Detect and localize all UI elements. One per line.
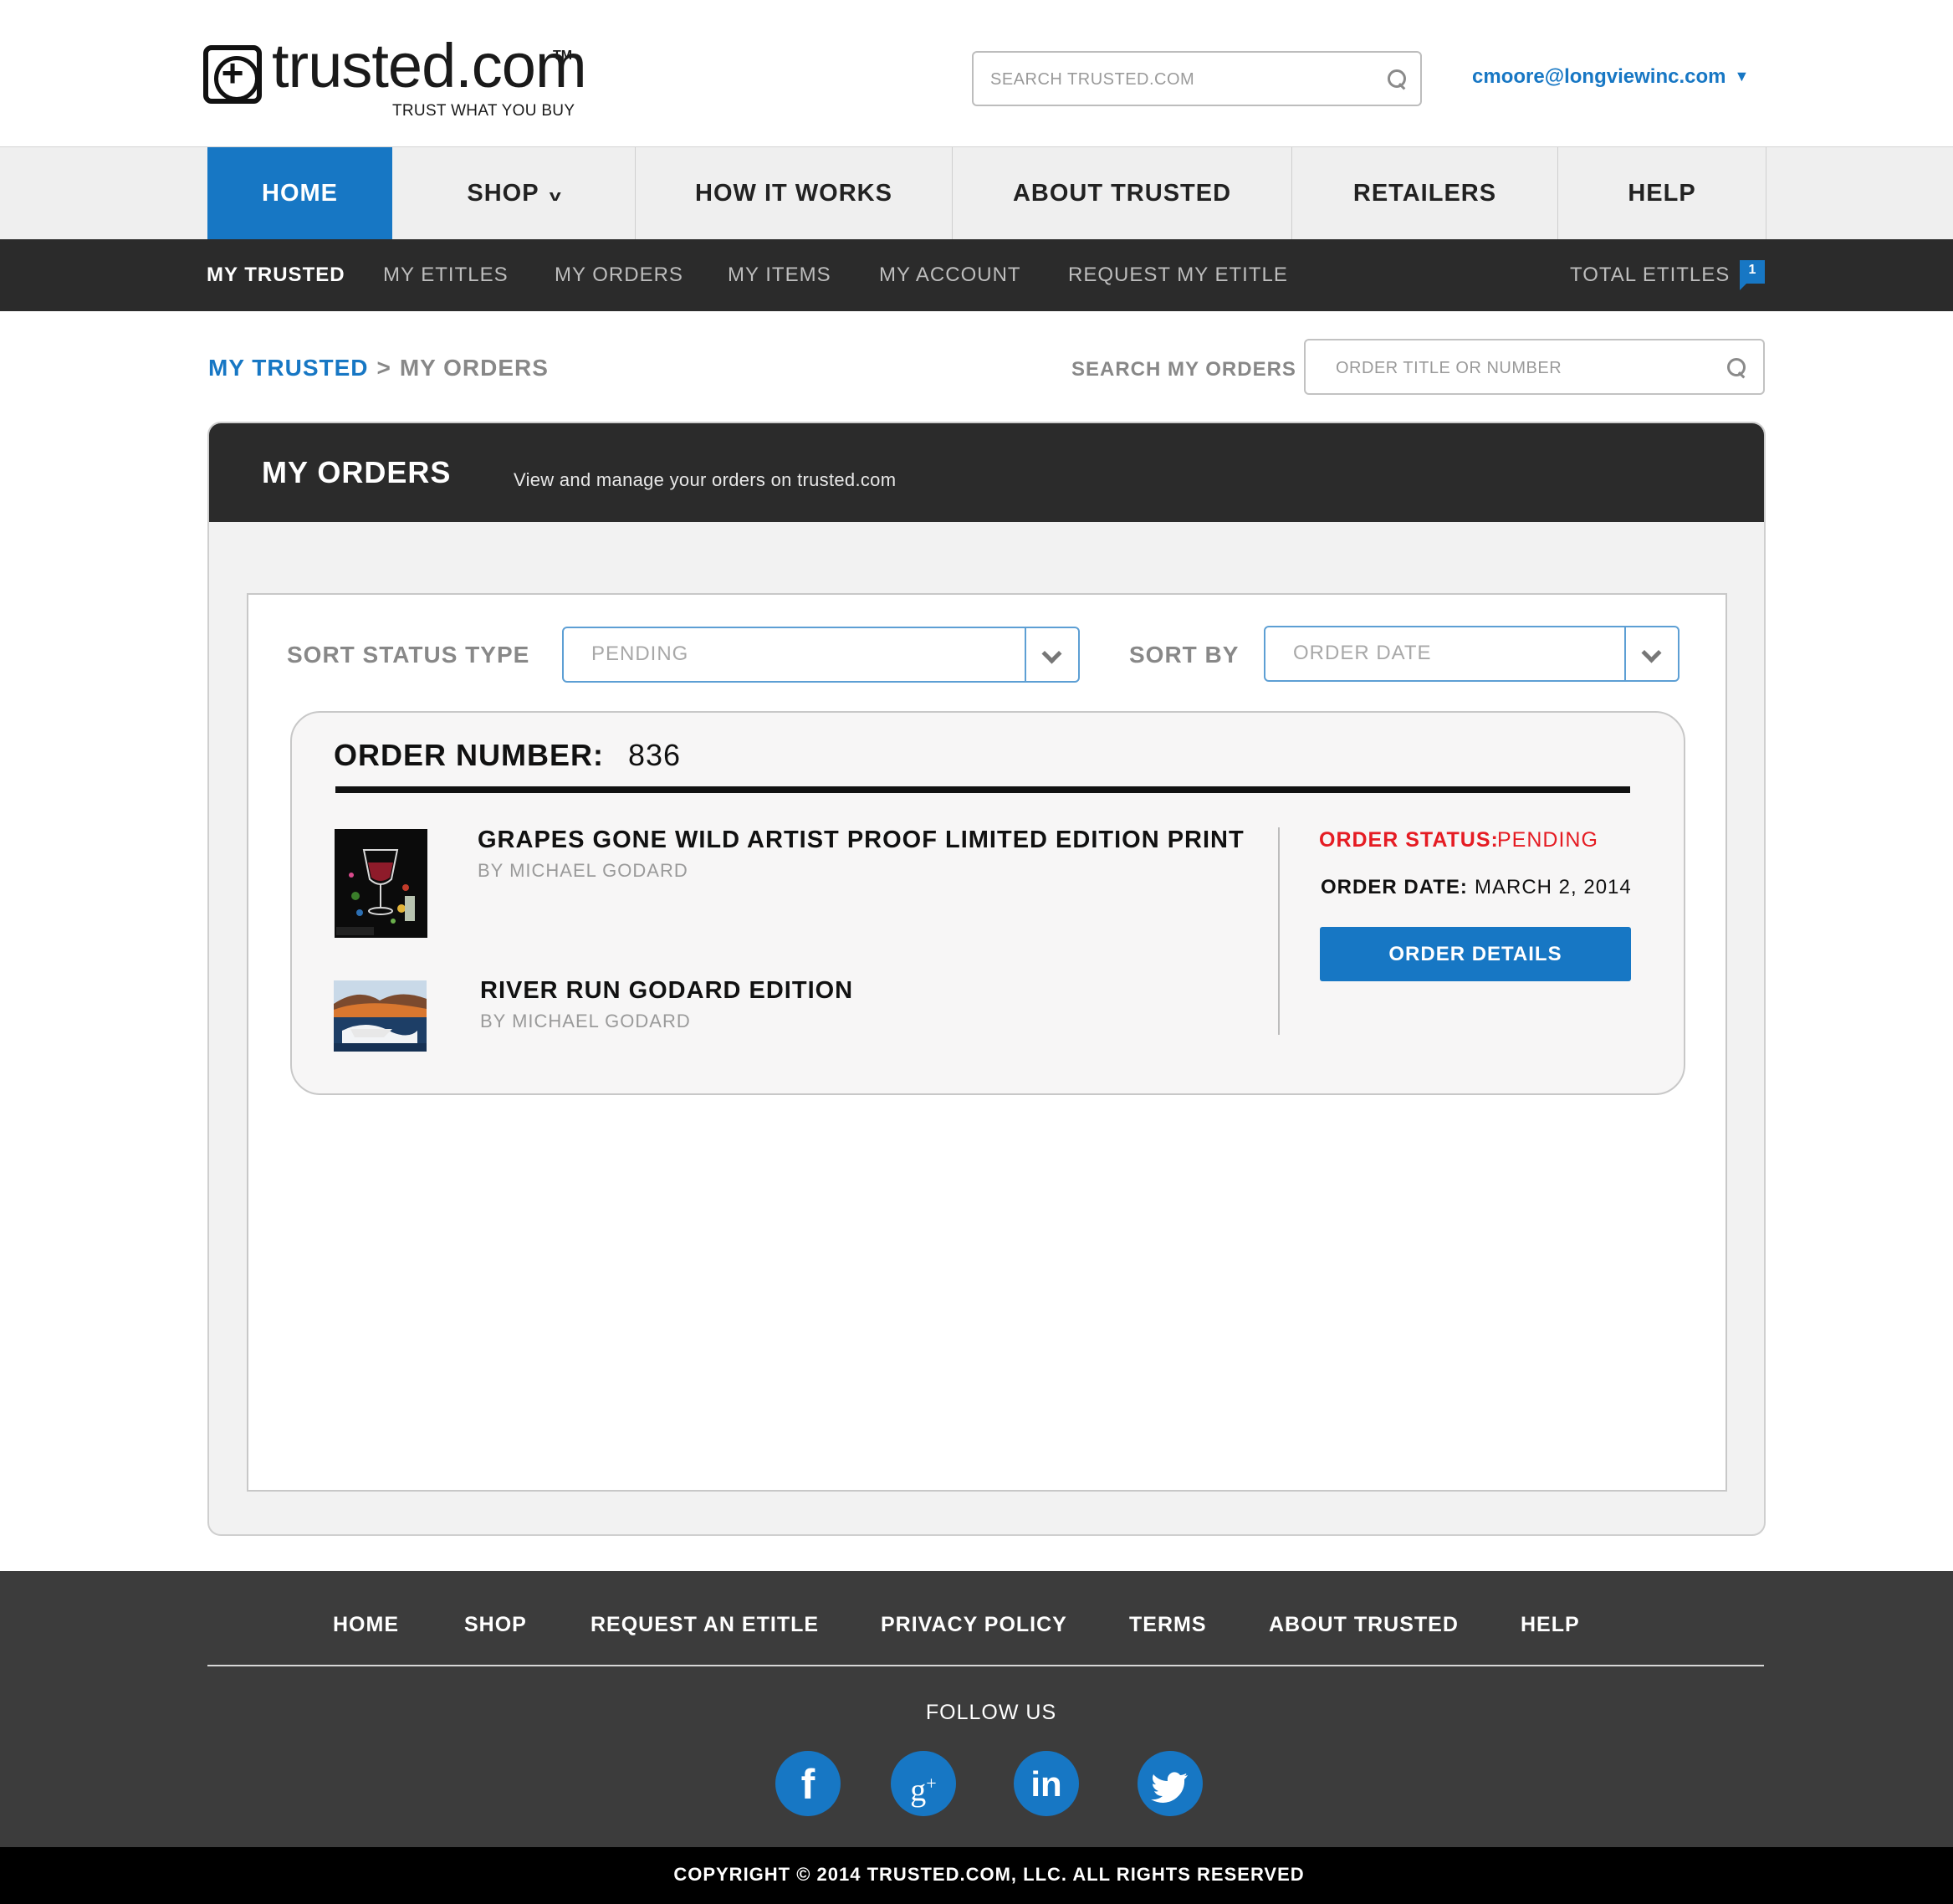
chevron-down-icon: v [549,187,562,204]
item-thumbnail-grapes-gone-wild[interactable] [335,829,427,938]
order-number: 836 [628,738,682,772]
breadcrumb-my-trusted[interactable]: MY TRUSTED [208,355,369,381]
search-icon[interactable] [1727,358,1747,378]
sort-by-label: SORT BY [1129,642,1240,668]
logo-trademark: TM [553,49,573,63]
logo-tagline: TRUST WHAT YOU BUY [392,102,575,120]
order-status-label: ORDER STATUS: [1319,828,1499,852]
footer-link-request-etitle[interactable]: REQUEST AN ETITLE [591,1613,819,1637]
chevron-down-icon: ▼ [1734,68,1750,84]
follow-us-heading: FOLLOW US [925,1701,1057,1724]
copyright-text: COPYRIGHT © 2014 TRUSTED.COM, LLC. ALL R… [673,1864,1305,1885]
order-number-label: ORDER NUMBER: [334,738,604,772]
subnav-total-etitles[interactable]: TOTAL ETITLES [1570,239,1730,311]
site-search-input[interactable] [989,64,1357,95]
facebook-icon[interactable]: f [775,1751,841,1816]
subnav-my-orders[interactable]: MY ORDERS [555,239,683,311]
nav-help[interactable]: HELP [1558,147,1766,240]
main-navigation: HOME SHOP v HOW IT WORKS ABOUT TRUSTED RE… [0,146,1953,240]
sort-by-select[interactable]: ORDER DATE [1264,626,1679,682]
linkedin-icon[interactable]: in [1014,1751,1079,1816]
nav-help-label: HELP [1628,180,1696,207]
panel-subtitle: View and manage your orders on trusted.c… [514,469,897,490]
order-card-vertical-divider [1278,827,1280,1035]
orders-search [1304,339,1765,395]
order-date-value: MARCH 2, 2014 [1475,876,1632,898]
order-card: ORDER NUMBER: 836 GRAPES GONE WILD ARTIS… [290,711,1685,1095]
nav-home-label: HOME [262,180,338,207]
user-email: cmoore@longviewinc.com [1472,65,1726,88]
order-status-value: PENDING [1497,828,1598,852]
item-title[interactable]: RIVER RUN GODARD EDITION [480,977,853,1005]
nav-how-it-works-label: HOW IT WORKS [695,180,892,207]
item-artist: BY MICHAEL GODARD [478,860,688,881]
nav-about-trusted[interactable]: ABOUT TRUSTED [953,147,1292,240]
subnav-my-account[interactable]: MY ACCOUNT [879,239,1021,311]
trusted-logo[interactable]: trusted.com TM TRUST WHAT YOU BUY [203,31,587,127]
footer-link-shop[interactable]: SHOP [464,1613,527,1637]
nav-shop[interactable]: SHOP v [392,147,636,240]
logo-wordmark: trusted.com [272,31,587,100]
order-details-button[interactable]: ORDER DETAILS [1320,927,1631,981]
account-sub-navigation: MY TRUSTED MY ETITLES MY ORDERS MY ITEMS… [0,239,1953,311]
twitter-icon[interactable] [1138,1751,1203,1816]
subnav-request-my-etitle[interactable]: REQUEST MY ETITLE [1068,239,1288,311]
status-type-select[interactable]: PENDING [562,627,1080,683]
order-date-label: ORDER DATE: [1321,876,1468,898]
etitles-count-badge: 1 [1740,260,1765,290]
my-orders-panel: MY ORDERS View and manage your orders on… [207,422,1766,1536]
status-type-value: PENDING [591,642,689,665]
nav-shop-label: SHOP [467,180,539,207]
subnav-my-trusted[interactable]: MY TRUSTED [207,239,345,311]
logo-plus-icon [203,45,262,104]
nav-how-it-works[interactable]: HOW IT WORKS [636,147,953,240]
panel-title: MY ORDERS [262,455,452,489]
search-orders-label: SEARCH MY ORDERS [1071,358,1296,381]
subnav-my-items[interactable]: MY ITEMS [728,239,831,311]
breadcrumb: MY TRUSTED > MY ORDERS [208,355,549,381]
nav-retailers[interactable]: RETAILERS [1292,147,1558,240]
breadcrumb-current: MY ORDERS [399,355,549,381]
item-thumbnail-river-run[interactable] [334,980,427,1052]
breadcrumb-separator: > [376,355,391,381]
footer-divider [207,1665,1764,1666]
footer-link-terms[interactable]: TERMS [1129,1613,1207,1637]
orders-search-input[interactable] [1334,353,1702,383]
item-title[interactable]: GRAPES GONE WILD ARTIST PROOF LIMITED ED… [478,827,1245,854]
panel-header: MY ORDERS View and manage your orders on… [209,423,1764,522]
chevron-down-icon[interactable] [1025,628,1078,681]
footer: HOME SHOP REQUEST AN ETITLE PRIVACY POLI… [0,1571,1953,1847]
item-artist: BY MICHAEL GODARD [480,1011,691,1031]
footer-link-privacy-policy[interactable]: PRIVACY POLICY [881,1613,1067,1637]
user-account-menu[interactable]: cmoore@longviewinc.com ▼ [1472,65,1749,95]
copyright-bar: COPYRIGHT © 2014 TRUSTED.COM, LLC. ALL R… [0,1847,1953,1904]
orders-list-container: SORT STATUS TYPE PENDING SORT BY ORDER D… [247,593,1727,1492]
subnav-my-etitles[interactable]: MY ETITLES [383,239,509,311]
sort-by-value: ORDER DATE [1293,642,1432,664]
nav-about-trusted-label: ABOUT TRUSTED [1012,180,1232,207]
footer-link-about-trusted[interactable]: ABOUT TRUSTED [1269,1613,1459,1637]
footer-link-home[interactable]: HOME [333,1613,399,1637]
order-divider [335,786,1630,793]
nav-retailers-label: RETAILERS [1352,180,1497,207]
nav-home[interactable]: HOME [207,147,392,240]
chevron-down-icon[interactable] [1624,627,1678,680]
sort-status-label: SORT STATUS TYPE [287,642,530,668]
site-search [972,51,1422,106]
google-plus-icon[interactable]: g+ [891,1751,956,1816]
twitter-bird-glyph [1151,1772,1188,1803]
footer-link-help[interactable]: HELP [1521,1613,1580,1637]
search-icon[interactable] [1388,69,1408,90]
